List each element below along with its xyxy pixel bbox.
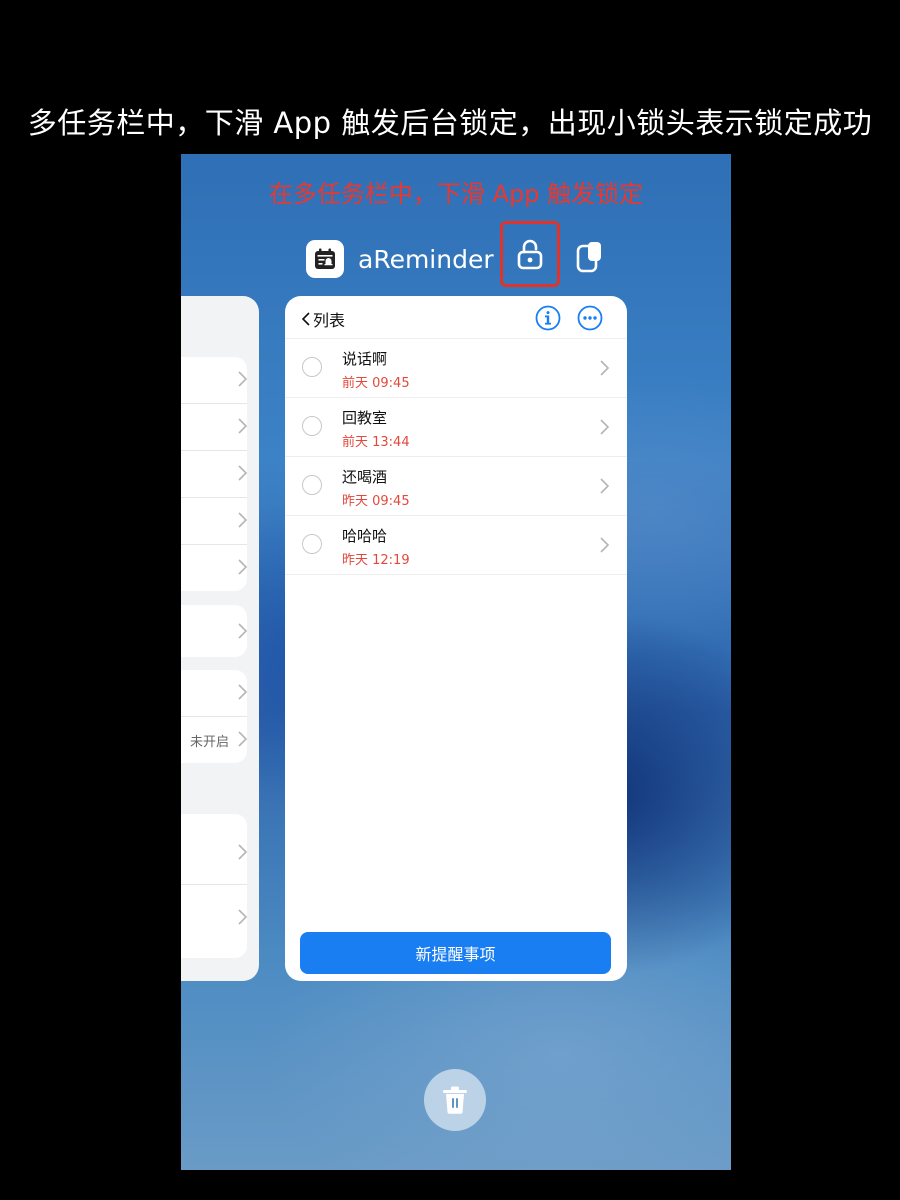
background-app-card[interactable]: 未开启 <box>181 296 259 981</box>
more-icon[interactable] <box>577 305 603 331</box>
chevron-right-icon <box>238 512 247 528</box>
chevron-right-icon <box>238 623 247 639</box>
settings-group <box>181 605 247 657</box>
chevron-right-icon <box>238 559 247 575</box>
chevron-right-icon <box>238 465 247 481</box>
chevron-right-icon <box>238 418 247 434</box>
chevron-right-icon <box>238 909 247 925</box>
nav-bar: 列表 <box>285 296 627 339</box>
complete-checkbox[interactable] <box>302 416 322 436</box>
settings-row[interactable]: 未开启 <box>181 717 247 763</box>
settings-group <box>181 814 247 958</box>
list-item[interactable]: 回教室 前天 13:44 <box>285 398 627 457</box>
item-title: 回教室 <box>342 409 388 427</box>
multi-window-icon <box>576 242 601 273</box>
chevron-right-icon <box>238 844 247 860</box>
item-time: 昨天 12:19 <box>342 553 410 568</box>
settings-row[interactable] <box>181 814 247 885</box>
calendar-reminder-icon <box>306 240 344 278</box>
new-reminder-button[interactable]: 新提醒事项 <box>300 932 611 974</box>
chevron-left-icon <box>301 312 310 326</box>
trash-icon <box>443 1086 467 1114</box>
hint-text: 在多任务栏中，下滑 App 触发锁定 <box>268 180 644 208</box>
clear-all-button[interactable] <box>424 1069 486 1131</box>
item-time: 前天 09:45 <box>342 376 410 391</box>
chevron-right-icon <box>238 684 247 700</box>
complete-checkbox[interactable] <box>302 534 322 554</box>
chevron-right-icon <box>600 537 609 553</box>
settings-row[interactable] <box>181 670 247 717</box>
settings-group: 未开启 <box>181 670 247 763</box>
app-header: aReminder <box>306 240 494 278</box>
lock-icon <box>517 239 543 270</box>
back-label: 列表 <box>313 311 346 330</box>
settings-row[interactable] <box>181 404 247 451</box>
caption: 多任务栏中，下滑 App 触发后台锁定，出现小锁头表示锁定成功 <box>27 106 873 140</box>
item-time: 昨天 09:45 <box>342 494 410 509</box>
chevron-right-icon <box>600 419 609 435</box>
item-title: 还喝酒 <box>342 468 388 486</box>
settings-row[interactable] <box>181 885 247 953</box>
chevron-right-icon <box>600 478 609 494</box>
list-item[interactable]: 哈哈哈 昨天 12:19 <box>285 516 627 575</box>
multi-window-button[interactable] <box>575 240 605 274</box>
lock-button[interactable] <box>500 221 560 287</box>
settings-row[interactable] <box>181 605 247 657</box>
app-card-areminder[interactable]: 列表 说话啊 前天 09:45 回教室 前天 13:44 还喝酒 昨天 09:4… <box>285 296 627 981</box>
settings-row[interactable] <box>181 451 247 498</box>
item-title: 说话啊 <box>342 350 388 368</box>
item-time: 前天 13:44 <box>342 435 410 450</box>
settings-row[interactable] <box>181 498 247 545</box>
status-text: 未开启 <box>189 735 229 750</box>
back-button[interactable]: 列表 <box>301 307 345 331</box>
info-icon[interactable] <box>535 305 561 331</box>
item-title: 哈哈哈 <box>342 527 388 545</box>
app-name: aReminder <box>358 244 494 274</box>
list-item[interactable]: 说话啊 前天 09:45 <box>285 339 627 398</box>
settings-row[interactable] <box>181 545 247 591</box>
settings-row[interactable] <box>181 357 247 404</box>
complete-checkbox[interactable] <box>302 475 322 495</box>
chevron-right-icon <box>238 371 247 387</box>
phone-screen: 在多任务栏中，下滑 App 触发锁定 aReminder 未开启 列表 说话啊 … <box>181 154 731 1170</box>
settings-group <box>181 357 247 591</box>
chevron-right-icon <box>238 731 247 747</box>
chevron-right-icon <box>600 360 609 376</box>
complete-checkbox[interactable] <box>302 357 322 377</box>
list-item[interactable]: 还喝酒 昨天 09:45 <box>285 457 627 516</box>
